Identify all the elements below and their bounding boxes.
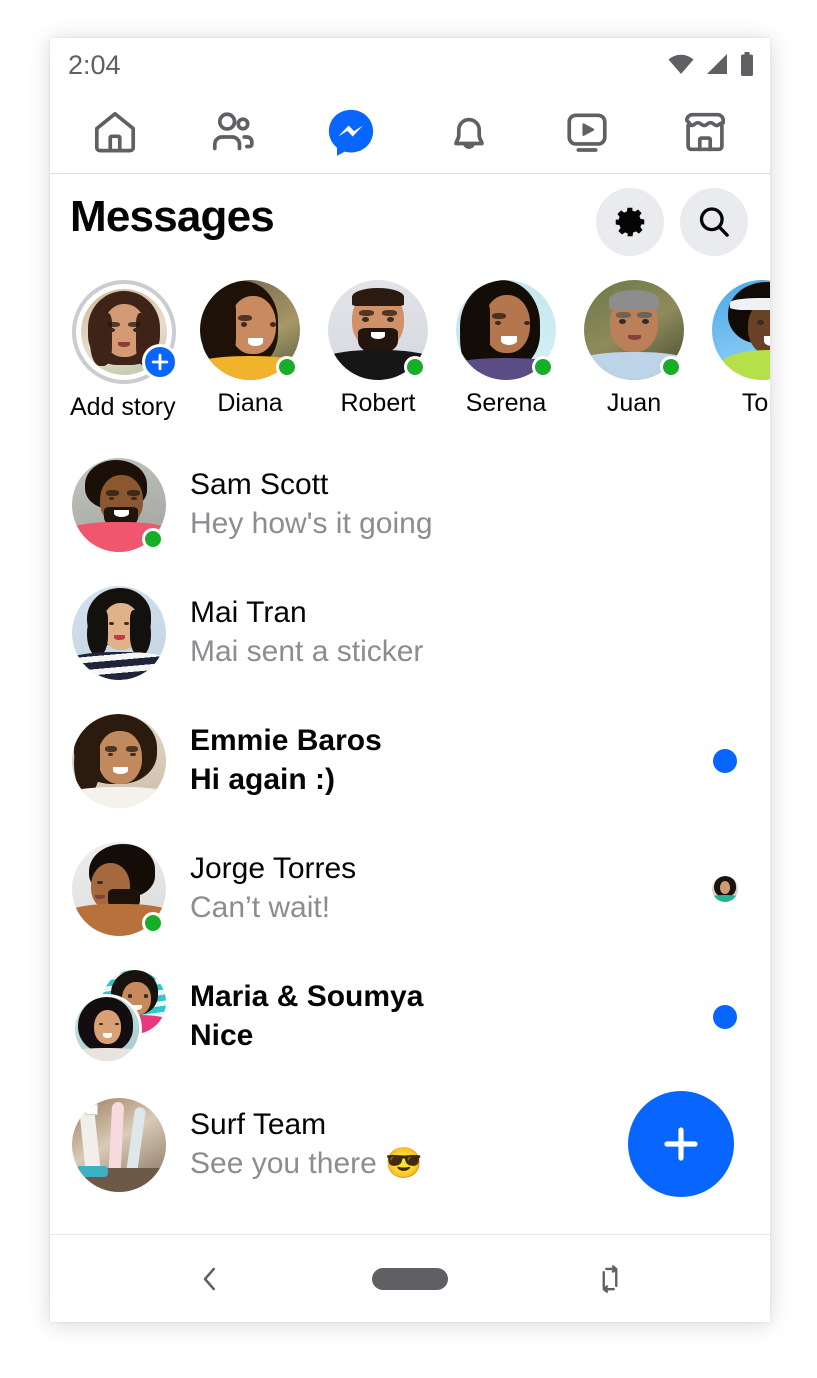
messages-header: Messages bbox=[50, 174, 770, 274]
search-icon bbox=[695, 203, 733, 241]
avatar bbox=[72, 458, 166, 552]
notifications-tab[interactable] bbox=[433, 103, 505, 161]
story-label: Add story bbox=[70, 393, 172, 422]
back-chevron-icon bbox=[195, 1264, 225, 1294]
conversation-status bbox=[702, 876, 748, 902]
story-avatar-wrap bbox=[328, 280, 428, 380]
conversation-text: Sam Scott Hey how's it going bbox=[190, 467, 702, 544]
story-item-juan[interactable]: Juan bbox=[584, 280, 684, 418]
avatar bbox=[72, 1098, 166, 1192]
online-indicator bbox=[142, 912, 164, 934]
top-tab-bar bbox=[50, 90, 770, 174]
back-button[interactable] bbox=[165, 1249, 255, 1309]
status-bar: 2:04 bbox=[50, 38, 770, 90]
story-item-diana[interactable]: Diana bbox=[200, 280, 300, 418]
conversation-row-sam-scott[interactable]: Sam Scott Hey how's it going bbox=[50, 441, 770, 569]
marketplace-tab[interactable] bbox=[669, 103, 741, 161]
story-avatar-wrap bbox=[712, 280, 770, 380]
home-button[interactable] bbox=[365, 1249, 455, 1309]
story-label: Diana bbox=[200, 389, 300, 418]
story-label: Juan bbox=[584, 389, 684, 418]
conversation-row-maria-and-soumya[interactable]: Maria & Soumya Nice bbox=[50, 953, 770, 1081]
conversation-name: Surf Team bbox=[190, 1107, 702, 1144]
avatar bbox=[72, 714, 166, 808]
people-icon bbox=[207, 106, 259, 158]
conversation-snippet: Hey how's it going bbox=[190, 505, 702, 543]
conversation-name: Sam Scott bbox=[190, 467, 702, 504]
story-avatar-wrap bbox=[584, 280, 684, 380]
conversation-row-mai-tran[interactable]: Mai Tran Mai sent a sticker bbox=[50, 569, 770, 697]
unread-dot-icon bbox=[713, 1005, 737, 1029]
page-title: Messages bbox=[70, 192, 274, 242]
story-avatar-wrap bbox=[200, 280, 300, 380]
online-indicator bbox=[532, 356, 554, 378]
seen-by-avatar bbox=[712, 876, 738, 902]
conversation-name: Maria & Soumya bbox=[190, 979, 702, 1016]
settings-button[interactable] bbox=[596, 188, 664, 256]
system-navigation-bar bbox=[50, 1234, 770, 1322]
status-bar-icons bbox=[668, 52, 754, 76]
online-indicator bbox=[404, 356, 426, 378]
conversation-status bbox=[702, 1005, 748, 1029]
plus-badge-icon[interactable] bbox=[142, 344, 178, 380]
plus-icon bbox=[150, 352, 170, 372]
rotate-screen-icon bbox=[595, 1264, 625, 1294]
store-icon bbox=[679, 106, 731, 158]
rotate-button[interactable] bbox=[565, 1249, 655, 1309]
stories-row[interactable]: Add story bbox=[50, 274, 770, 439]
story-item-add-story[interactable]: Add story bbox=[72, 280, 172, 422]
cellular-signal-icon bbox=[705, 54, 729, 74]
home-tab[interactable] bbox=[79, 103, 151, 161]
conversation-snippet: Nice bbox=[190, 1017, 702, 1055]
story-item-tony[interactable]: Ton bbox=[712, 280, 770, 418]
unread-dot-icon bbox=[713, 749, 737, 773]
search-button[interactable] bbox=[680, 188, 748, 256]
watch-tab[interactable] bbox=[551, 103, 623, 161]
online-indicator bbox=[142, 528, 164, 550]
messenger-tab[interactable] bbox=[315, 103, 387, 161]
status-bar-clock: 2:04 bbox=[68, 50, 121, 81]
plus-icon bbox=[657, 1120, 705, 1168]
conversation-text: Surf Team See you there 😎 bbox=[190, 1107, 702, 1184]
story-avatar-wrap bbox=[456, 280, 556, 380]
story-label: Ton bbox=[712, 389, 770, 418]
messenger-icon bbox=[325, 106, 377, 158]
conversation-status bbox=[702, 749, 748, 773]
online-indicator bbox=[276, 356, 298, 378]
story-avatar-wrap bbox=[72, 280, 176, 384]
story-item-serena[interactable]: Serena bbox=[456, 280, 556, 418]
battery-icon bbox=[740, 52, 754, 76]
phone-frame: 2:04 bbox=[50, 38, 770, 1322]
avatar bbox=[72, 586, 166, 680]
bell-icon bbox=[443, 106, 495, 158]
conversation-snippet: Mai sent a sticker bbox=[190, 633, 702, 671]
conversation-snippet: See you there 😎 bbox=[190, 1145, 702, 1183]
conversation-row-jorge-torres[interactable]: Jorge Torres Can’t wait! bbox=[50, 825, 770, 953]
new-message-fab[interactable] bbox=[628, 1091, 734, 1197]
conversation-row-emmie-baros[interactable]: Emmie Baros Hi again :) bbox=[50, 697, 770, 825]
conversation-text: Maria & Soumya Nice bbox=[190, 979, 702, 1056]
home-icon bbox=[89, 106, 141, 158]
video-play-icon bbox=[561, 106, 613, 158]
story-label: Robert bbox=[328, 389, 428, 418]
gear-icon bbox=[611, 203, 649, 241]
group-avatar-2 bbox=[72, 994, 142, 1064]
conversation-name: Mai Tran bbox=[190, 595, 702, 632]
story-label: Serena bbox=[456, 389, 556, 418]
wifi-icon bbox=[668, 54, 694, 74]
group-avatar bbox=[72, 970, 166, 1064]
conversation-name: Jorge Torres bbox=[190, 851, 702, 888]
home-pill-icon bbox=[372, 1268, 448, 1290]
story-item-robert[interactable]: Robert bbox=[328, 280, 428, 418]
conversation-text: Mai Tran Mai sent a sticker bbox=[190, 595, 702, 672]
conversation-text: Jorge Torres Can’t wait! bbox=[190, 851, 702, 928]
conversation-snippet: Hi again :) bbox=[190, 761, 702, 799]
conversation-name: Emmie Baros bbox=[190, 723, 702, 760]
online-indicator bbox=[660, 356, 682, 378]
friends-tab[interactable] bbox=[197, 103, 269, 161]
conversation-snippet: Can’t wait! bbox=[190, 889, 702, 927]
conversation-text: Emmie Baros Hi again :) bbox=[190, 723, 702, 800]
avatar bbox=[712, 280, 770, 380]
avatar bbox=[72, 842, 166, 936]
